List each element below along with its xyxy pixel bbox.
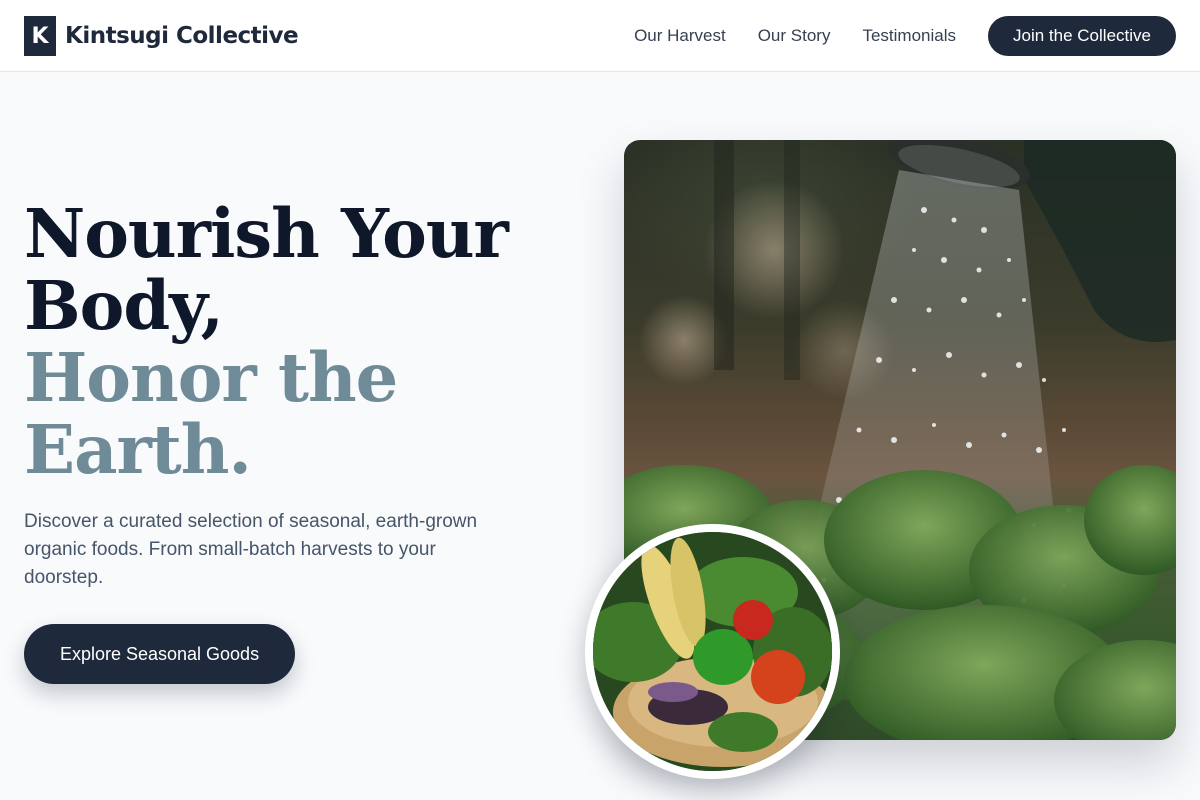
hero-text-section: Nourish Your Body, Honor the Earth. Disc… (24, 198, 544, 592)
site-header: K Kintsugi Collective Our Harvest Our St… (0, 0, 1200, 72)
nav-link-our-harvest[interactable]: Our Harvest (634, 26, 726, 46)
hero-title-line-2: Body, (24, 266, 224, 345)
hero-title-line-4: Earth. (24, 410, 252, 489)
main-nav: Our Harvest Our Story Testimonials Join … (634, 16, 1176, 56)
vegetable-basket-photo (585, 524, 840, 779)
brand-logo-link[interactable]: K Kintsugi Collective (24, 16, 299, 56)
brand-name: Kintsugi Collective (65, 23, 299, 49)
brand-logo-mark: K (24, 16, 56, 56)
nav-link-our-story[interactable]: Our Story (758, 26, 831, 46)
hero-title-line-1: Nourish Your (24, 194, 509, 273)
explore-seasonal-goods-button[interactable]: Explore Seasonal Goods (24, 624, 295, 684)
join-collective-button[interactable]: Join the Collective (988, 16, 1176, 56)
hero-title: Nourish Your Body, Honor the Earth. (24, 198, 544, 486)
hero-description: Discover a curated selection of seasonal… (24, 511, 478, 588)
vegetable-basket-illustration (593, 532, 832, 771)
hero-title-line-3: Honor the (24, 338, 398, 417)
nav-link-testimonials[interactable]: Testimonials (862, 26, 956, 46)
